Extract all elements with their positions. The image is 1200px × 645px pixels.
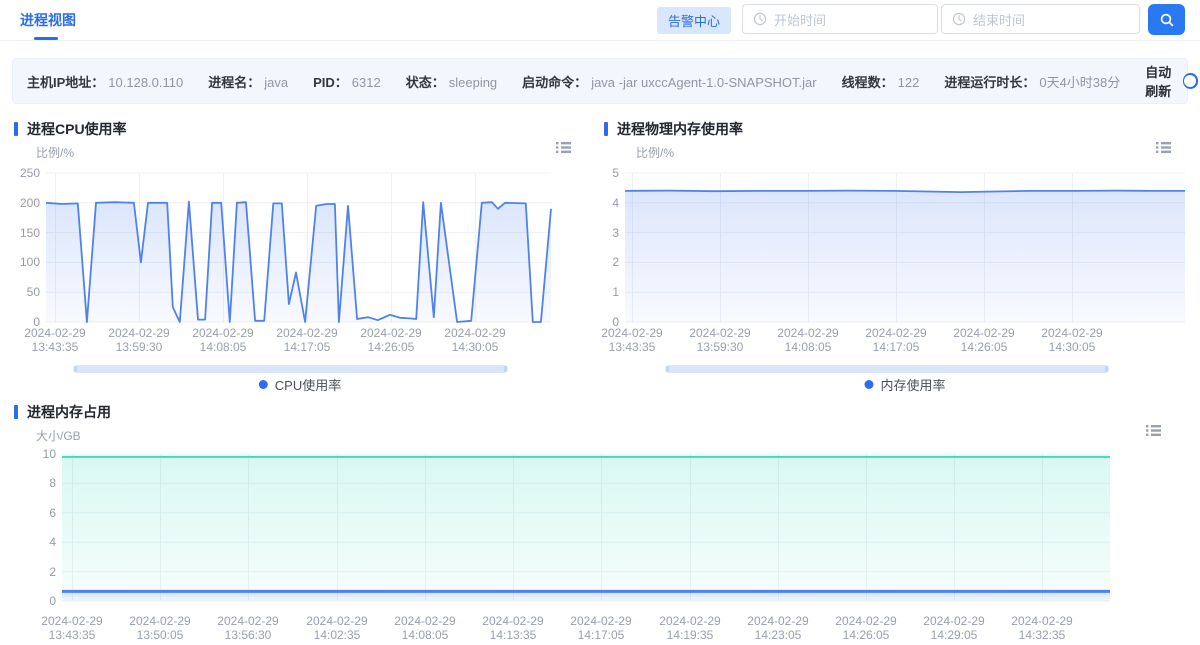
- x-axis-label: 2024-02-2914:17:05: [854, 326, 938, 354]
- x-axis-label: 2024-02-2913:43:35: [30, 614, 114, 642]
- x-axis-label: 2024-02-2913:56:30: [206, 614, 290, 642]
- info-field-label: 进程运行时长：: [944, 75, 1035, 90]
- x-axis-label: 2024-02-2914:17:05: [265, 326, 349, 354]
- info-field-label: 进程名：: [208, 75, 260, 90]
- start-time-input[interactable]: 开始时间: [742, 4, 938, 34]
- x-axis-label: 2024-02-2914:23:05: [736, 614, 820, 642]
- tab-process-view[interactable]: 进程视图: [20, 0, 76, 40]
- process-info-bar: 主机IP地址： 10.128.0.110 进程名： java PID： 6312 状态： sl…: [12, 58, 1188, 104]
- search-button[interactable]: [1148, 4, 1185, 35]
- y-axis-tick-label: 100: [4, 255, 40, 269]
- x-axis-label: 2024-02-2914:30:05: [433, 326, 517, 354]
- info-field: 状态： sleeping: [406, 72, 497, 91]
- top-header-bar: 进程视图 告警中心 开始时间 结束时间: [0, 0, 1200, 41]
- y-axis-tick-label: 1: [583, 285, 619, 299]
- end-time-input[interactable]: 结束时间: [941, 4, 1140, 34]
- y-axis-tick-label: 6: [20, 506, 56, 520]
- clock-icon: [753, 12, 767, 26]
- process-info-fields: 主机IP地址： 10.128.0.110 进程名： java PID： 6312 状态： sl…: [27, 72, 1145, 91]
- info-field-value: 0天4小时38分: [1039, 75, 1120, 90]
- y-axis-tick-label: 150: [4, 226, 40, 240]
- x-axis-label: 2024-02-2914:02:35: [295, 614, 379, 642]
- y-axis-tick-label: 4: [20, 535, 56, 549]
- x-axis-label: 2024-02-2914:08:05: [766, 326, 850, 354]
- info-field-label: 状态：: [406, 75, 445, 90]
- y-axis-tick-label: 2: [20, 565, 56, 579]
- info-field: PID： 6312: [313, 72, 381, 91]
- auto-refresh-toggle[interactable]: [1183, 73, 1199, 89]
- y-axis-tick-label: 10: [20, 447, 56, 461]
- legend-memory[interactable]: 内存使用率: [864, 376, 945, 392]
- x-axis-label: 2024-02-2914:08:05: [383, 614, 467, 642]
- cpu-usage-chart-card: 进程CPU使用率 比例/% CPU使用率 0501001502002502024…: [0, 115, 600, 398]
- y-axis-tick-label: 2: [583, 255, 619, 269]
- info-field-value: java -jar uxccAgent-1.0-SNAPSHOT.jar: [591, 75, 816, 90]
- info-field-label: 线程数：: [842, 75, 894, 90]
- info-field: 进程名： java: [208, 72, 288, 91]
- y-axis-tick-label: 200: [4, 196, 40, 210]
- end-time-placeholder: 结束时间: [973, 10, 1025, 29]
- x-axis-label: 2024-02-2913:59:30: [97, 326, 181, 354]
- info-field-value: java: [264, 75, 288, 90]
- clock-icon: [952, 12, 966, 26]
- info-field: 启动命令： java -jar uxccAgent-1.0-SNAPSHOT.ja…: [522, 72, 816, 91]
- search-icon: [1159, 12, 1175, 28]
- y-axis-tick-label: 5: [583, 166, 619, 180]
- y-axis-tick-label: 3: [583, 226, 619, 240]
- x-axis-label: 2024-02-2913:43:35: [590, 326, 674, 354]
- x-axis-label: 2024-02-2914:30:05: [1030, 326, 1114, 354]
- zoom-slider[interactable]: [665, 365, 1109, 373]
- info-field-value: 6312: [352, 75, 381, 90]
- memory-usage-chart-card: 进程内存占用 大小/GB 02468102024-02-2913:43:3520…: [0, 398, 1200, 645]
- info-field: 线程数： 122: [842, 72, 920, 91]
- start-time-placeholder: 开始时间: [774, 10, 826, 29]
- memory-usage-rate-chart-card: 进程物理内存使用率 比例/% 内存使用率 0123452024-02-2913:…: [600, 115, 1200, 398]
- legend-dot: [259, 380, 268, 389]
- y-axis-tick-label: 8: [20, 476, 56, 490]
- y-axis-tick-label: 250: [4, 166, 40, 180]
- info-field-label: PID：: [313, 75, 348, 90]
- info-field-label: 启动命令：: [522, 75, 587, 90]
- y-axis-tick-label: 4: [583, 196, 619, 210]
- legend-dot: [864, 380, 873, 389]
- x-axis-label: 2024-02-2914:13:35: [471, 614, 555, 642]
- alert-center-button[interactable]: 告警中心: [657, 7, 731, 34]
- info-field: 进程运行时长： 0天4小时38分: [944, 72, 1120, 91]
- auto-refresh-control: 自动刷新: [1145, 62, 1198, 100]
- info-field-label: 主机IP地址：: [27, 75, 104, 90]
- zoom-slider[interactable]: [73, 365, 508, 373]
- info-field-value: sleeping: [449, 75, 497, 90]
- memory-rate-chart-plot[interactable]: [600, 115, 1200, 398]
- auto-refresh-label: 自动刷新: [1145, 62, 1172, 100]
- x-axis-label: 2024-02-2914:26:05: [349, 326, 433, 354]
- tab-active-underline: [34, 37, 58, 40]
- info-field-value: 10.128.0.110: [108, 75, 183, 90]
- x-axis-label: 2024-02-2914:26:05: [942, 326, 1026, 354]
- x-axis-label: 2024-02-2914:32:35: [1000, 614, 1084, 642]
- y-axis-tick-label: 50: [4, 285, 40, 299]
- legend-cpu[interactable]: CPU使用率: [259, 376, 341, 392]
- x-axis-label: 2024-02-2914:08:05: [181, 326, 265, 354]
- x-axis-label: 2024-02-2914:26:05: [824, 614, 908, 642]
- x-axis-label: 2024-02-2914:29:05: [912, 614, 996, 642]
- cpu-chart-plot[interactable]: [0, 115, 600, 398]
- info-field-value: 122: [898, 75, 920, 90]
- toggle-knob: [1184, 75, 1196, 87]
- y-axis-tick-label: 0: [20, 594, 56, 608]
- x-axis-label: 2024-02-2913:43:35: [13, 326, 97, 354]
- x-axis-label: 2024-02-2914:17:05: [559, 614, 643, 642]
- memory-usage-chart-plot[interactable]: [0, 398, 1200, 645]
- x-axis-label: 2024-02-2913:50:05: [118, 614, 202, 642]
- info-field: 主机IP地址： 10.128.0.110: [27, 72, 183, 91]
- x-axis-label: 2024-02-2913:59:30: [678, 326, 762, 354]
- legend-label: 内存使用率: [880, 375, 945, 394]
- x-axis-label: 2024-02-2914:19:35: [648, 614, 732, 642]
- legend-label: CPU使用率: [275, 375, 341, 394]
